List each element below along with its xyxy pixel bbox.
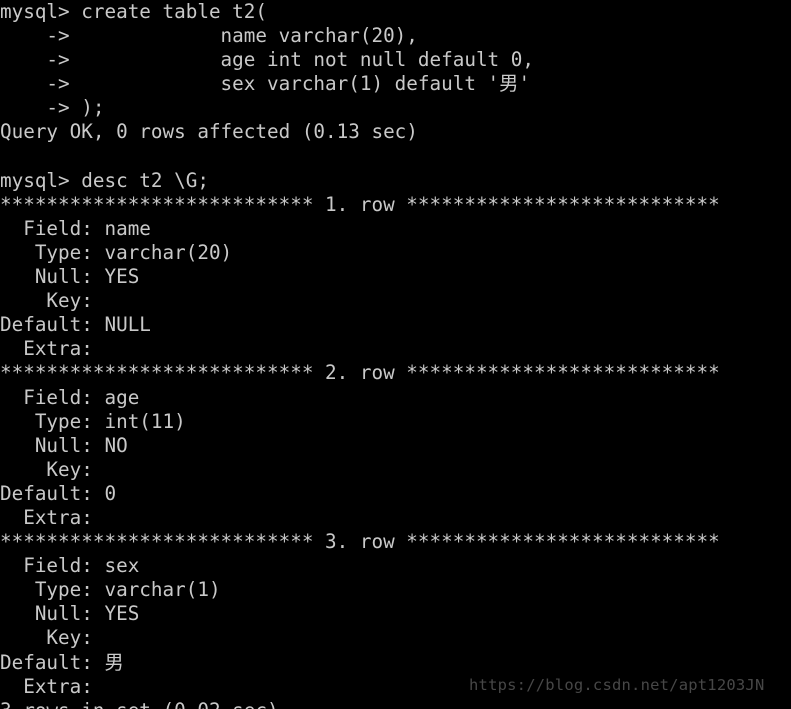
- terminal-line: Extra:: [0, 505, 105, 529]
- terminal-line: mysql> create table t2(: [0, 0, 267, 23]
- terminal-line: Key:: [0, 457, 105, 481]
- terminal-line: Null: YES: [0, 602, 140, 626]
- terminal-line: Query OK, 0 rows affected (0.13 sec): [0, 120, 418, 144]
- watermark-url: https://blog.csdn.net/apt1203JN: [469, 676, 765, 694]
- terminal-output[interactable]: mysql> create table t2( -> name varchar(…: [0, 0, 720, 709]
- terminal-line: *************************** 3. row *****…: [0, 530, 720, 554]
- terminal-line: Key:: [0, 289, 105, 313]
- terminal-line: Extra:: [0, 337, 105, 361]
- terminal-line: Type: varchar(1): [0, 578, 221, 602]
- terminal-line: -> name varchar(20),: [0, 24, 418, 48]
- terminal-line: Null: YES: [0, 265, 140, 289]
- terminal-line: mysql> desc t2 \G;: [0, 168, 209, 192]
- terminal-line: Key:: [0, 626, 105, 650]
- terminal-line: Field: sex: [0, 554, 140, 578]
- terminal-line: Type: int(11): [0, 409, 186, 433]
- terminal-line: Default: NULL: [0, 313, 151, 337]
- terminal-line: Default: 0: [0, 481, 117, 505]
- terminal-line: Field: age: [0, 385, 140, 409]
- terminal-line: Default: 男: [0, 650, 124, 674]
- terminal-line: -> sex varchar(1) default '男': [0, 72, 531, 96]
- terminal-line: Field: name: [0, 216, 151, 240]
- terminal-line: Null: NO: [0, 433, 128, 457]
- terminal-line: -> age int not null default 0,: [0, 48, 534, 72]
- terminal-window[interactable]: mysql> create table t2( -> name varchar(…: [0, 0, 791, 709]
- terminal-line: *************************** 2. row *****…: [0, 361, 720, 385]
- terminal-line: *************************** 1. row *****…: [0, 192, 720, 216]
- terminal-line: Type: varchar(20): [0, 240, 233, 264]
- terminal-line: 3 rows in set (0.02 sec): [0, 699, 720, 709]
- terminal-line: -> );: [0, 96, 105, 120]
